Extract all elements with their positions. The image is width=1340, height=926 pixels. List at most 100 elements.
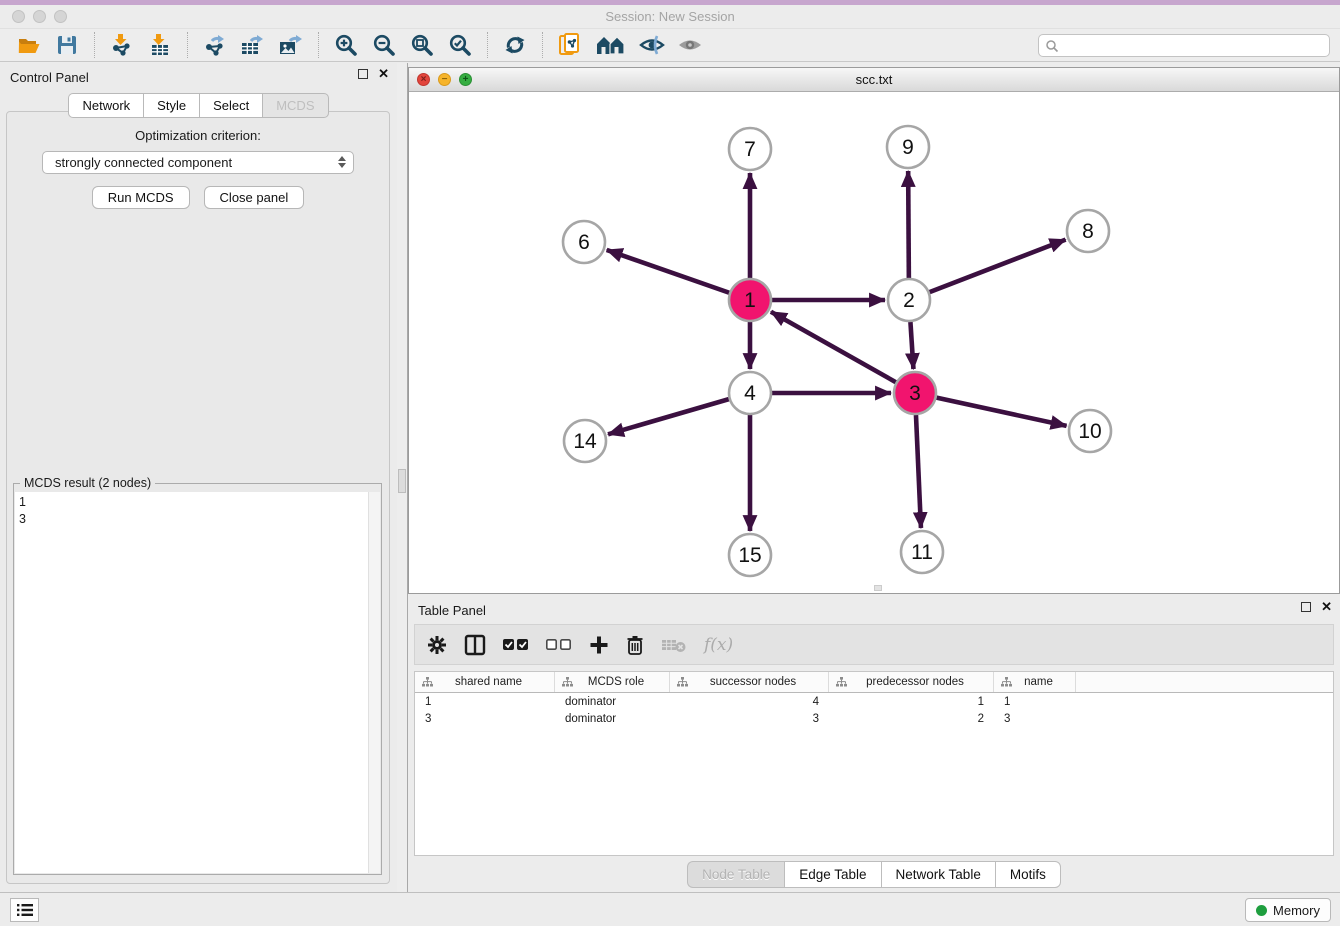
zoom-fit-icon[interactable] [409,32,435,58]
node-label-11: 11 [911,541,933,564]
memory-status-icon [1256,905,1267,916]
export-network-icon[interactable] [202,32,228,58]
edge-2-3[interactable] [910,322,913,369]
cell-predecessor-nodes[interactable]: 2 [829,713,994,725]
control-tab-select[interactable]: Select [199,93,262,118]
cell-successor-nodes[interactable]: 4 [670,696,829,708]
import-table-icon[interactable] [147,32,173,58]
edge-2-8[interactable] [930,240,1066,292]
cell-name[interactable]: 3 [994,713,1076,725]
table-toolbar: f(x) [414,624,1334,665]
table-tabs: Node TableEdge TableNetwork TableMotifs [408,856,1340,892]
divider-handle-icon[interactable] [398,469,406,493]
cell-predecessor-nodes[interactable]: 1 [829,696,994,708]
import-network-icon[interactable] [109,32,135,58]
network-graph[interactable]: 7968124314101511 [409,93,1339,593]
mcds-result-text[interactable]: 1 3 [15,492,380,873]
toolbar-separator [487,32,488,58]
tab-edge-table[interactable]: Edge Table [784,861,880,888]
cell-MCDS-role[interactable]: dominator [555,696,670,708]
mcds-result-box: MCDS result (2 nodes) 1 3 [13,483,382,875]
clone-network-icon[interactable] [557,32,583,58]
column-header-name[interactable]: name [994,672,1076,692]
zoom-out-icon[interactable] [371,32,397,58]
table-row[interactable]: 1dominator411 [415,693,1333,710]
node-label-1: 1 [744,289,756,312]
tab-motifs[interactable]: Motifs [995,861,1061,888]
close-panel-button[interactable]: Close panel [204,186,305,209]
node-label-9: 9 [902,136,914,159]
main-toolbar [0,29,1340,62]
window-title: Session: New Session [0,9,1340,24]
close-table-panel-icon[interactable]: ✕ [1321,602,1332,612]
columns-icon[interactable] [464,634,486,656]
table-header-row: shared nameMCDS rolesuccessor nodesprede… [415,672,1333,693]
float-table-panel-icon[interactable] [1301,602,1311,612]
control-tab-mcds[interactable]: MCDS [262,93,328,118]
hide-eye-icon[interactable] [639,32,665,58]
node-label-2: 2 [903,289,915,312]
canvas-resize-handle[interactable] [874,585,882,591]
trash-icon[interactable] [626,635,644,655]
search-input[interactable] [1059,35,1329,56]
zoom-selected-icon[interactable] [447,32,473,58]
tab-node-table[interactable]: Node Table [687,861,784,888]
statusbar: Memory [0,892,1340,926]
column-header-predecessor-nodes[interactable]: predecessor nodes [829,672,994,692]
gear-icon[interactable] [427,635,447,655]
node-label-6: 6 [578,231,590,254]
edge-3-10[interactable] [936,398,1066,426]
toolbar-separator [318,32,319,58]
home-networks-icon[interactable] [595,32,627,58]
cell-MCDS-role[interactable]: dominator [555,713,670,725]
cell-name[interactable]: 1 [994,696,1076,708]
control-panel-title: Control Panel [10,70,89,85]
close-panel-icon[interactable]: ✕ [378,69,389,79]
add-icon[interactable] [589,635,609,655]
memory-button[interactable]: Memory [1245,898,1331,922]
table-panel: Table Panel ✕ f(x) shared nameMCDS roles… [408,596,1340,892]
column-header-MCDS-role[interactable]: MCDS role [555,672,670,692]
edge-2-9[interactable] [908,171,909,278]
node-label-15: 15 [738,544,761,567]
column-header-successor-nodes[interactable]: successor nodes [670,672,829,692]
network-window-titlebar[interactable]: × − + scc.txt [409,68,1339,92]
task-history-button[interactable] [10,898,39,922]
table-row[interactable]: 3dominator323 [415,710,1333,727]
tab-network-table[interactable]: Network Table [881,861,995,888]
sitemap-icon [677,677,688,688]
search-box[interactable] [1038,34,1330,57]
edge-3-11[interactable] [916,415,921,528]
cell-successor-nodes[interactable]: 3 [670,713,829,725]
run-mcds-button[interactable]: Run MCDS [92,186,190,209]
refresh-icon[interactable] [502,32,528,58]
select-all-checkboxes-icon[interactable] [503,638,529,651]
control-tab-style[interactable]: Style [143,93,199,118]
export-image-icon[interactable] [278,32,304,58]
show-eye-icon[interactable] [677,32,703,58]
export-table-icon[interactable] [240,32,266,58]
delete-table-icon [661,637,687,653]
edge-4-14[interactable] [608,399,729,434]
panel-divider[interactable] [397,63,408,892]
column-header-shared-name[interactable]: shared name [415,672,555,692]
network-canvas[interactable]: 7968124314101511 [409,93,1339,593]
save-icon[interactable] [54,32,80,58]
cell-shared-name[interactable]: 1 [415,696,555,708]
open-folder-icon[interactable] [16,32,42,58]
sitemap-icon [1001,677,1012,688]
deselect-checkboxes-icon[interactable] [546,638,572,651]
cell-shared-name[interactable]: 3 [415,713,555,725]
node-label-3: 3 [909,382,921,405]
float-panel-icon[interactable] [358,69,368,79]
edge-3-1[interactable] [771,312,896,382]
result-scrollbar[interactable] [368,492,380,873]
zoom-in-icon[interactable] [333,32,359,58]
dropdown-stepper-icon [338,156,346,168]
search-icon [1045,39,1059,53]
edge-1-6[interactable] [607,250,730,293]
table-panel-title: Table Panel [418,603,486,618]
control-tab-network[interactable]: Network [68,93,143,118]
node-table[interactable]: shared nameMCDS rolesuccessor nodesprede… [414,671,1334,856]
optimization-dropdown[interactable]: strongly connected component [42,151,354,174]
